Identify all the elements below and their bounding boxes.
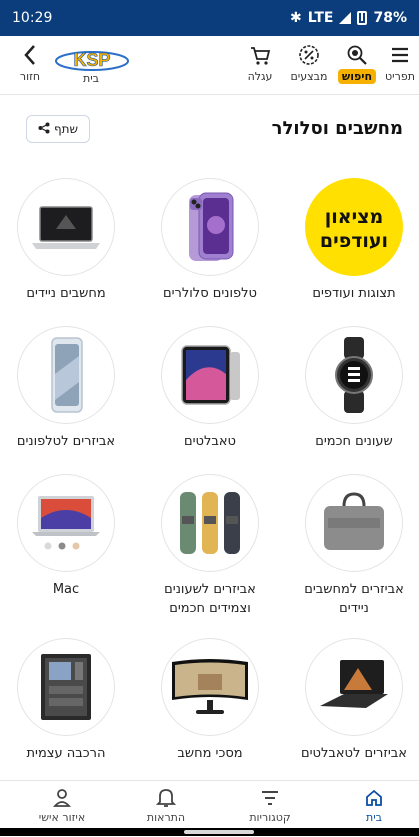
back-button[interactable]: חזור xyxy=(10,42,50,83)
cart-icon xyxy=(240,42,280,68)
search-label: חיפוש xyxy=(337,69,377,84)
phone-icon xyxy=(161,178,259,276)
top-bar: חזור KSP בית עגלה מבצעים חיפוש תפריט xyxy=(0,36,419,95)
cart-label: עגלה xyxy=(247,70,273,83)
status-bar: 10:29 ✱ LTE 78% xyxy=(0,0,419,36)
category-tile-phone-accessories[interactable]: אביזרים לטלפונים xyxy=(1,326,131,451)
network-type: LTE xyxy=(307,10,334,26)
home-icon xyxy=(322,785,419,811)
deals-button[interactable]: מבצעים xyxy=(286,42,332,83)
page-title: מחשבים וסלולר xyxy=(271,118,403,139)
tablet-icon xyxy=(161,326,259,424)
battery-icon xyxy=(357,11,368,25)
nav-alerts-label: התראות xyxy=(146,811,186,824)
cart-button[interactable]: עגלה xyxy=(240,42,280,83)
category-label: Mac xyxy=(52,582,80,597)
search-button[interactable]: חיפוש xyxy=(336,42,378,84)
signal-icon xyxy=(339,12,352,24)
category-tile-monitors[interactable]: מסכי מחשב xyxy=(145,638,275,763)
category-label: אביזרים למחשבים ניידים xyxy=(304,582,404,616)
category-tile-mac[interactable]: Mac xyxy=(1,474,131,599)
promo-text-1: מציאון xyxy=(325,206,384,228)
category-tile-laptop-accessories[interactable]: אביזרים למחשבים ניידים xyxy=(289,474,419,618)
nav-home[interactable]: בית xyxy=(322,785,419,824)
category-label: שעונים חכמים xyxy=(315,434,393,449)
category-tile-smartwatches[interactable]: שעונים חכמים xyxy=(289,326,419,451)
category-label: אביזרים לטלפונים xyxy=(16,434,116,449)
status-time: 10:29 xyxy=(12,10,53,26)
person-icon xyxy=(10,785,114,811)
category-label: אביזרים לטאבלטים xyxy=(301,746,407,761)
percent-badge-icon xyxy=(286,42,332,68)
share-label: שתף xyxy=(53,122,79,136)
promo-text-2: ועודפים xyxy=(320,230,388,252)
category-label: מסכי מחשב xyxy=(177,746,243,761)
chevron-left-icon xyxy=(10,42,50,68)
nav-account-label: איזור אישי xyxy=(38,811,86,824)
promo-icon: מציאון ועודפים xyxy=(305,178,403,276)
macbook-icon xyxy=(17,474,115,572)
search-icon xyxy=(336,42,378,68)
share-button[interactable]: שתף xyxy=(26,115,90,143)
bluetooth-icon: ✱ xyxy=(290,10,302,26)
tablet-keyboard-icon xyxy=(305,638,403,736)
category-tile-laptops[interactable]: מחשבים ניידים xyxy=(1,178,131,303)
category-label: תצוגות ועודפים xyxy=(312,286,396,301)
pc-case-icon xyxy=(17,638,115,736)
category-tile-phones[interactable]: טלפונים סלולרים xyxy=(145,178,275,303)
nav-alerts[interactable]: התראות xyxy=(114,785,218,824)
phone-accessory-icon xyxy=(17,326,115,424)
battery-percent: 78% xyxy=(373,10,407,26)
menu-button[interactable]: תפריט xyxy=(382,42,418,83)
page-header: שתף מחשבים וסלולר xyxy=(0,112,419,152)
category-label: טלפונים סלולרים xyxy=(163,286,257,301)
monitor-icon xyxy=(161,638,259,736)
nav-categories[interactable]: קטגוריות xyxy=(218,785,322,824)
system-home-bar xyxy=(0,828,419,836)
laptop-icon xyxy=(17,178,115,276)
menu-label: תפריט xyxy=(385,70,415,83)
nav-categories-label: קטגוריות xyxy=(249,811,291,824)
category-label: מחשבים ניידים xyxy=(26,286,106,301)
category-tile-displays-surplus[interactable]: מציאון ועודפים תצוגות ועודפים xyxy=(289,178,419,303)
home-link[interactable]: בית xyxy=(66,70,116,85)
category-label: טאבלטים xyxy=(184,434,236,449)
category-label: הרכבה עצמית xyxy=(26,746,106,761)
category-tile-tablet-accessories[interactable]: אביזרים לטאבלטים xyxy=(289,638,419,763)
category-tile-self-assembly[interactable]: הרכבה עצמית xyxy=(1,638,131,763)
deals-label: מבצעים xyxy=(290,70,328,83)
share-icon xyxy=(38,122,50,137)
laptop-bag-icon xyxy=(305,474,403,572)
category-label: אביזרים לשעונים וצמידים חכמים xyxy=(164,582,256,616)
bell-icon xyxy=(114,785,218,811)
filter-icon xyxy=(218,785,322,811)
nav-home-label: בית xyxy=(365,811,383,824)
home-label: בית xyxy=(82,72,100,85)
hamburger-icon xyxy=(382,42,418,68)
watch-band-icon xyxy=(161,474,259,572)
category-tile-tablets[interactable]: טאבלטים xyxy=(145,326,275,451)
logo-text: KSP xyxy=(73,50,110,70)
category-tile-watch-accessories[interactable]: אביזרים לשעונים וצמידים חכמים xyxy=(145,474,275,618)
nav-account[interactable]: איזור אישי xyxy=(10,785,114,824)
smartwatch-icon xyxy=(305,326,403,424)
back-label: חזור xyxy=(19,70,41,83)
